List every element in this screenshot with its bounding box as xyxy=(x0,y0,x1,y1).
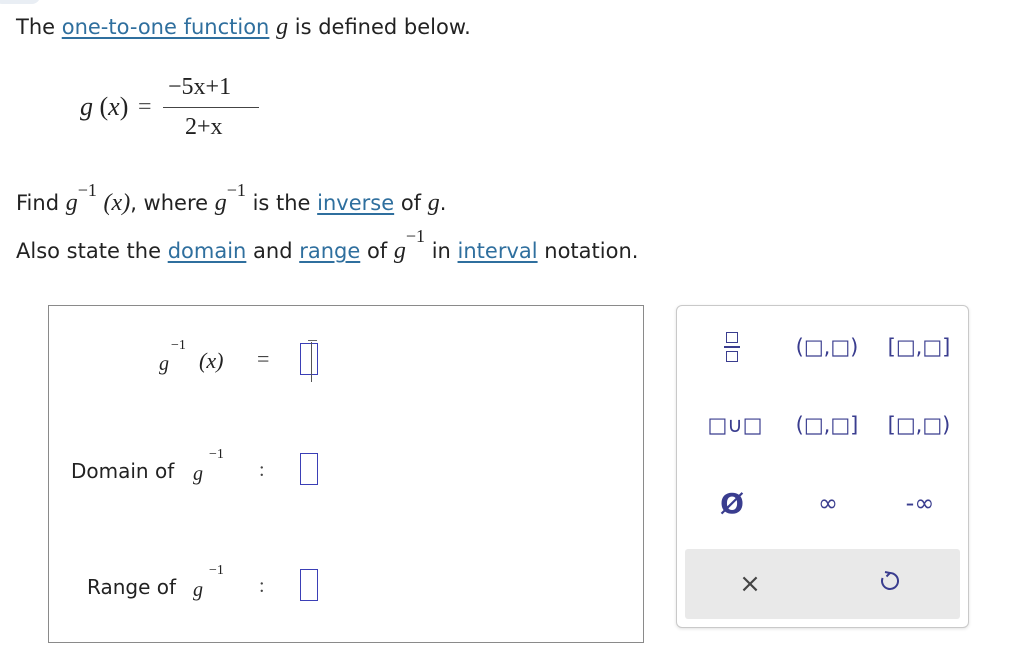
closed-open-interval-key[interactable]: [□,□) xyxy=(877,404,961,446)
infinity-key[interactable]: ∞ xyxy=(793,482,863,524)
negative-infinity-icon: -∞ xyxy=(905,489,935,517)
definition-numerator: −5x+1 xyxy=(168,74,232,100)
domain-g: g xyxy=(193,463,203,485)
reset-button[interactable] xyxy=(855,563,925,605)
open-closed-interval-key[interactable]: (□,□] xyxy=(785,404,869,446)
union-key[interactable]: □∪□ xyxy=(693,404,777,446)
empty-set-key[interactable]: Ø xyxy=(707,482,757,524)
closed-closed-interval-label: [□,□] xyxy=(887,335,951,359)
find-line: Find g−1 (x), where g−1 is the inverse o… xyxy=(16,180,447,216)
range-colon: : xyxy=(259,575,265,597)
answer-g: g xyxy=(159,353,169,375)
fraction-bar xyxy=(163,107,259,108)
range-g: g xyxy=(193,579,203,601)
empty-set-icon: Ø xyxy=(720,486,744,520)
close-icon: × xyxy=(739,569,761,599)
range-input[interactable] xyxy=(300,569,318,601)
link-domain[interactable]: domain xyxy=(168,239,247,263)
domain-input[interactable] xyxy=(300,453,318,485)
answer-g-sup: −1 xyxy=(171,338,186,353)
open-closed-interval-label: (□,□] xyxy=(795,413,859,437)
answer-box: g −1 (x) = Domain of g −1 : Range of g −… xyxy=(48,305,644,643)
fraction-icon xyxy=(724,332,740,362)
definition-lhs: g (x) xyxy=(80,92,129,121)
union-label: □∪□ xyxy=(707,413,763,437)
domain-g-sup: −1 xyxy=(209,447,224,462)
link-range[interactable]: range xyxy=(299,239,360,263)
open-open-interval-key[interactable]: (□,□) xyxy=(785,326,869,368)
keypad-footer: × xyxy=(685,549,960,619)
range-g-sup: −1 xyxy=(209,563,224,578)
undo-icon xyxy=(879,570,901,598)
fraction-key[interactable] xyxy=(707,324,757,370)
link-one-to-one-function[interactable]: one-to-one function xyxy=(62,15,270,39)
inverse-function-input[interactable] xyxy=(300,340,318,382)
link-interval[interactable]: interval xyxy=(458,239,538,263)
domain-colon: : xyxy=(259,459,265,481)
link-inverse[interactable]: inverse xyxy=(317,191,394,215)
negative-infinity-key[interactable]: -∞ xyxy=(885,482,955,524)
infinity-icon: ∞ xyxy=(818,489,838,517)
instruction-line: Also state the domain and range of g−1 i… xyxy=(16,226,639,264)
clear-button[interactable]: × xyxy=(715,563,785,605)
open-open-interval-label: (□,□) xyxy=(795,335,859,359)
definition-denominator: 2+x xyxy=(185,114,223,140)
answer-g-arg: (x) xyxy=(199,348,224,373)
closed-closed-interval-key[interactable]: [□,□] xyxy=(877,326,961,368)
range-label: Range of xyxy=(87,575,177,599)
domain-label: Domain of xyxy=(71,459,175,483)
closed-open-interval-label: [□,□) xyxy=(887,413,951,437)
answer-equals: = xyxy=(257,346,270,371)
problem-intro: The one-to-one function g is defined bel… xyxy=(16,14,471,40)
corner-tab xyxy=(0,0,40,4)
math-keypad: (□,□) [□,□] □∪□ (□,□] [□,□) Ø ∞ -∞ × xyxy=(676,305,969,628)
